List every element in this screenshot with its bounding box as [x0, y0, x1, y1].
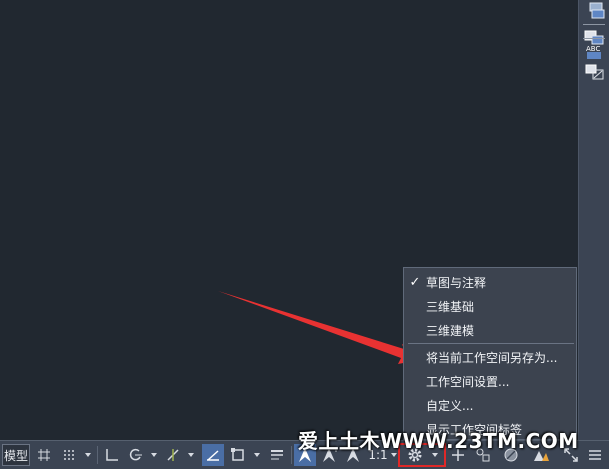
- status-divider: [97, 446, 98, 464]
- snap-dropdown[interactable]: [82, 444, 94, 466]
- watermark: 爱上土木WWW.23TM.COM: [298, 429, 579, 453]
- snap-icon[interactable]: [58, 444, 80, 466]
- customize-menu-icon[interactable]: [584, 444, 606, 466]
- status-divider: [291, 446, 292, 464]
- menu-item-drafting-annotation[interactable]: ✓ 草图与注释: [404, 270, 576, 294]
- object-snap-dropdown[interactable]: [251, 444, 263, 466]
- ortho-icon[interactable]: [101, 444, 123, 466]
- menu-separator: [408, 343, 574, 344]
- model-tab[interactable]: 模型: [2, 444, 30, 466]
- object-snap-icon[interactable]: [227, 444, 249, 466]
- menu-item-3d-basics[interactable]: 三维基础: [404, 294, 576, 318]
- polar-tracking-icon[interactable]: [125, 444, 147, 466]
- grid-icon[interactable]: [33, 444, 55, 466]
- polar-dropdown[interactable]: [148, 444, 160, 466]
- object-snap-tracking-icon[interactable]: [202, 444, 224, 466]
- menu-item-save-workspace-as[interactable]: 将当前工作空间另存为...: [404, 345, 576, 369]
- check-icon: ✓: [409, 274, 421, 290]
- workspace-menu: ✓ 草图与注释 三维基础 三维建模 将当前工作空间另存为... 工作空间设置..…: [403, 267, 577, 440]
- menu-item-workspace-settings[interactable]: 工作空间设置...: [404, 369, 576, 393]
- isodraft-dropdown[interactable]: [185, 444, 197, 466]
- menu-item-3d-modeling[interactable]: 三维建模: [404, 318, 576, 342]
- isodraft-icon[interactable]: [162, 444, 184, 466]
- lineweight-icon[interactable]: [266, 444, 288, 466]
- menu-item-customize[interactable]: 自定义...: [404, 393, 576, 417]
